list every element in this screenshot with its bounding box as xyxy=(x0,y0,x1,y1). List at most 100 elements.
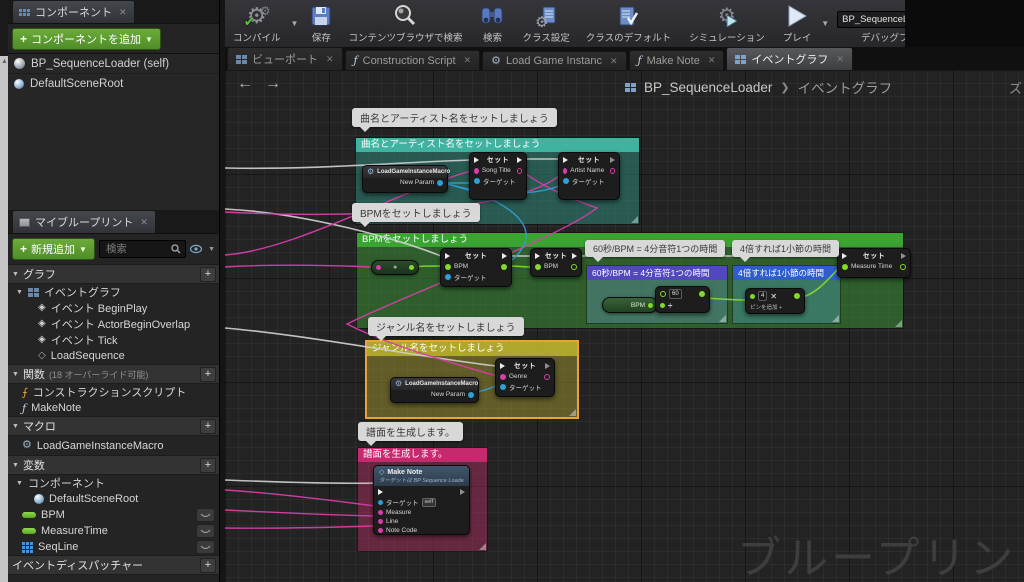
tree-item-tick[interactable]: ◈ イベント Tick xyxy=(8,332,219,348)
visibility-eye-icon[interactable] xyxy=(190,244,204,254)
variable-bpm[interactable]: BPM xyxy=(8,507,219,523)
divide-value-box[interactable]: 60 xyxy=(669,289,682,299)
input-pin[interactable] xyxy=(378,528,383,533)
close-icon[interactable]: ✕ xyxy=(610,56,618,67)
target-pin[interactable] xyxy=(563,178,569,184)
input-pin[interactable] xyxy=(660,291,666,297)
comment-title[interactable]: 60秒/BPM = 4分音符1つの時間 xyxy=(587,266,727,280)
resize-handle[interactable] xyxy=(631,216,638,223)
node-make-note[interactable]: ◇ Make Note ターゲットは BP Sequence Loade ターゲッ… xyxy=(373,465,470,535)
comment-title[interactable]: ジャンル名をセットしましょう xyxy=(367,342,577,356)
target-pin[interactable] xyxy=(445,274,451,280)
output-pin[interactable] xyxy=(571,263,577,270)
tree-item-load-game-instance-macro[interactable]: ⚙ LoadGameInstanceMacro xyxy=(8,436,219,455)
input-pin[interactable] xyxy=(500,373,506,380)
node-set-measure-time[interactable]: セット Measure Time xyxy=(837,248,911,278)
eye-closed-icon[interactable] xyxy=(196,508,215,522)
tree-item-actor-begin-overlap[interactable]: ◈ イベント ActorBeginOverlap xyxy=(8,316,219,332)
tab-load-game-instance[interactable]: ⚙ Load Game Instanc ✕ xyxy=(482,51,627,70)
input-pin[interactable] xyxy=(660,303,665,308)
tab-components[interactable]: コンポーネント ✕ xyxy=(12,0,135,23)
resize-handle[interactable] xyxy=(479,543,486,550)
exec-out-pin[interactable] xyxy=(502,253,507,259)
input-pin[interactable] xyxy=(474,167,479,174)
exec-in-pin[interactable] xyxy=(474,157,479,163)
add-new-button[interactable]: + 新規追加 ▼ xyxy=(12,238,95,260)
bubble-sixty[interactable]: 60秒/BPM = 4分音符1つの時間 xyxy=(585,240,726,262)
output-pin[interactable] xyxy=(900,263,906,270)
exec-out-pin[interactable] xyxy=(901,253,906,259)
expand-arrow-icon[interactable]: ▼ xyxy=(12,423,19,430)
tab-my-blueprint[interactable]: マイブループリント ✕ xyxy=(12,210,156,233)
resize-handle[interactable] xyxy=(895,320,902,327)
input-pin[interactable] xyxy=(445,263,451,270)
forward-arrow-button[interactable]: → xyxy=(265,75,281,93)
eye-closed-icon[interactable] xyxy=(196,540,215,554)
exec-in-pin[interactable] xyxy=(842,253,847,259)
expand-arrow-icon[interactable]: ▼ xyxy=(16,289,23,296)
chevron-down-icon[interactable]: ▼ xyxy=(208,246,215,253)
node-set-bpm-1[interactable]: セット BPM ターゲット xyxy=(440,248,512,287)
back-arrow-button[interactable]: ← xyxy=(237,75,253,93)
resize-handle[interactable] xyxy=(569,409,576,416)
input-pin[interactable] xyxy=(378,519,383,524)
node-set-artist-name[interactable]: セット Artist Name ターゲット xyxy=(558,152,620,200)
component-row-scene-root[interactable]: DefaultSceneRoot xyxy=(8,73,219,93)
exec-in-pin[interactable] xyxy=(378,489,383,495)
input-pin[interactable] xyxy=(378,510,383,515)
section-graph[interactable]: ▼ グラフ + xyxy=(8,264,219,284)
variable-group-components[interactable]: ▼ コンポーネント xyxy=(8,475,219,491)
section-variables[interactable]: ▼ 変数 + xyxy=(8,455,219,475)
close-icon[interactable]: ✕ xyxy=(708,55,716,66)
compile-options-chevron[interactable]: ▼ xyxy=(291,19,299,28)
output-pin[interactable] xyxy=(699,291,705,297)
output-pin[interactable] xyxy=(516,167,522,174)
scrollbar-up-arrow[interactable]: ▲ xyxy=(1,58,8,65)
save-button[interactable]: 保存 xyxy=(302,0,340,47)
add-dispatcher-button[interactable]: + xyxy=(200,558,216,573)
section-event-dispatchers[interactable]: イベントディスパッチャー + xyxy=(8,555,219,575)
input-pin[interactable] xyxy=(750,293,755,299)
add-pin-button[interactable]: ピンを追加 + xyxy=(750,303,782,311)
eye-closed-icon[interactable] xyxy=(196,524,215,538)
node-load-game-instance-macro-1[interactable]: ⚙ LoadGameInstanceMacro New Param xyxy=(362,165,450,193)
tab-construction-script[interactable]: ƒ Construction Script ✕ xyxy=(344,50,481,70)
bubble-song[interactable]: 曲名とアーティスト名をセットしましょう xyxy=(352,108,557,132)
expand-arrow-icon[interactable]: ▼ xyxy=(12,462,19,469)
tab-viewport[interactable]: ビューポート ✕ xyxy=(227,47,343,70)
play-options-chevron[interactable]: ▼ xyxy=(821,19,829,28)
output-pin[interactable] xyxy=(648,302,653,308)
node-divide[interactable]: 60 ÷ xyxy=(655,286,710,313)
output-pin[interactable] xyxy=(501,263,507,270)
node-set-genre[interactable]: セット Genre ターゲット xyxy=(495,358,555,397)
variable-default-scene-root[interactable]: DefaultSceneRoot xyxy=(8,491,219,507)
input-pin[interactable] xyxy=(842,263,848,270)
play-button[interactable]: プレイ xyxy=(775,0,820,47)
expand-arrow-icon[interactable]: ▼ xyxy=(12,371,19,378)
tab-event-graph[interactable]: イベントグラフ ✕ xyxy=(726,47,853,70)
tree-item-event-graph[interactable]: ▼ イベントグラフ xyxy=(8,284,219,300)
bubble-genre[interactable]: ジャンル名をセットしましょう xyxy=(368,317,524,341)
add-component-button[interactable]: + コンポーネントを追加 ▼ xyxy=(12,28,161,50)
variable-seq-line[interactable]: SeqLine xyxy=(8,539,219,555)
node-load-game-instance-macro-2[interactable]: ⚙ LoadGameInstanceMacro New Param xyxy=(390,377,479,403)
tree-item-begin-play[interactable]: ◈ イベント BeginPlay xyxy=(8,300,219,316)
bubble-four[interactable]: 4倍すれば1小節の時間 xyxy=(732,240,840,262)
node-get-bpm[interactable]: BPM xyxy=(602,297,658,313)
comment-title[interactable]: 譜面を生成します。 xyxy=(358,448,487,462)
comment-title[interactable]: 曲名とアーティスト名をセットしましょう xyxy=(356,138,639,152)
input-pin[interactable] xyxy=(563,167,568,174)
node-set-song-title[interactable]: セット Song Title ターゲット xyxy=(469,152,527,200)
output-pin[interactable] xyxy=(468,391,474,398)
input-pin[interactable] xyxy=(535,263,541,270)
my-blueprint-search[interactable] xyxy=(98,240,187,258)
exec-out-pin[interactable] xyxy=(460,489,465,495)
output-pin[interactable] xyxy=(409,265,414,270)
exec-in-pin[interactable] xyxy=(563,157,568,163)
event-graph-canvas[interactable]: ← → BP_SequenceLoader ❯ イベントグラフ ズ ブループリン… xyxy=(225,70,1024,582)
exec-in-pin[interactable] xyxy=(535,253,540,259)
compile-button[interactable]: ⚙ ⚙ ✔ コンパイル xyxy=(225,0,289,47)
bubble-bpm[interactable]: BPMをセットしましょう xyxy=(352,203,480,227)
add-variable-button[interactable]: + xyxy=(200,458,216,473)
node-set-bpm-2[interactable]: セット BPM xyxy=(530,248,582,277)
